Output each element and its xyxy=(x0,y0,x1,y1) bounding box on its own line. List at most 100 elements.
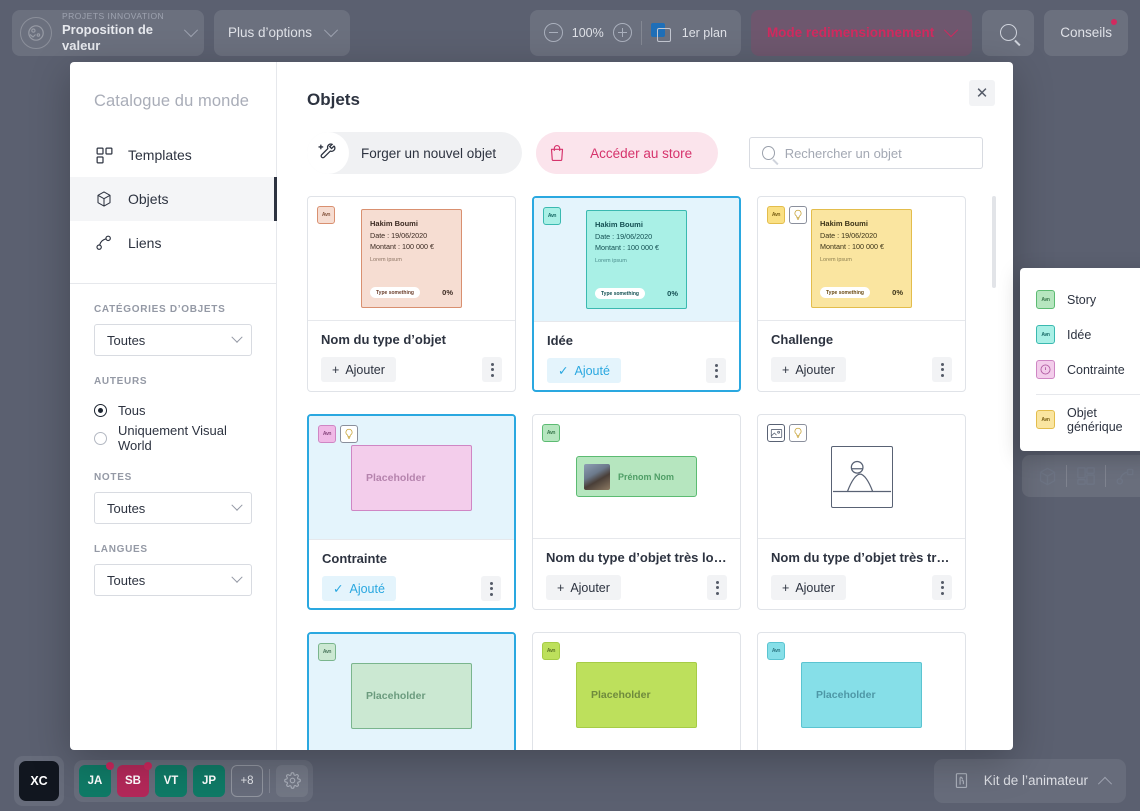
card-menu-button[interactable] xyxy=(932,357,952,382)
object-card[interactable]: Avn Placeholder Contrainte ✓ Ajouté xyxy=(307,414,516,610)
presence-dot-icon xyxy=(106,761,114,770)
search-object-field[interactable] xyxy=(749,137,983,169)
note-amount: Montant : 100 000 € xyxy=(820,241,884,251)
tips-button[interactable]: Conseils xyxy=(1044,9,1128,56)
note-person: Hakim Boumi xyxy=(820,219,868,228)
note-tag: Type something xyxy=(370,287,420,298)
avatar-badge-icon: Avn xyxy=(767,642,785,660)
object-card[interactable]: Nom du type d’objet très très lo… + Ajou… xyxy=(757,414,966,610)
note-date: Date : 19/06/2020 xyxy=(370,231,428,240)
zoom-in-button[interactable] xyxy=(612,23,632,42)
divider xyxy=(640,20,642,45)
avatar-badge-icon: Avn xyxy=(542,642,560,660)
added-object-button[interactable]: ✓ Ajouté xyxy=(547,358,621,383)
zoom-out-button[interactable] xyxy=(543,23,563,42)
add-object-button[interactable]: + Ajouter xyxy=(321,357,396,382)
card-title: Nom du type d’objet très long xyxy=(546,550,727,565)
card-menu-button[interactable] xyxy=(706,358,726,383)
add-object-button[interactable]: + Ajouter xyxy=(546,575,621,600)
avatar[interactable]: JA xyxy=(79,761,114,797)
avatar-badge-icon: Avn xyxy=(1036,325,1055,344)
lightbulb-badge-icon xyxy=(789,206,807,224)
avatar[interactable]: JP xyxy=(193,764,225,797)
sidebar-item-templates[interactable]: Templates xyxy=(70,133,276,177)
avatar-overflow-count[interactable]: +8 xyxy=(231,764,263,797)
modal-header: Objets Forger un nouvel objet Accéder au… xyxy=(277,62,1013,174)
store-button[interactable]: Accéder au store xyxy=(536,132,719,174)
card-footer: ✓ Ajouté xyxy=(547,358,726,383)
card-body: Nom du type d’objet très très lo… + Ajou… xyxy=(758,538,965,609)
object-card[interactable]: Avn Placeholder xyxy=(307,632,516,750)
author-option-visual-world[interactable]: Uniquement Visual World xyxy=(94,423,252,453)
bottom-toolbar: XC JA SB VT JP +8 Kit de l’animateur xyxy=(0,750,1140,811)
radio-icon xyxy=(94,431,107,445)
scrollbar-thumb[interactable] xyxy=(992,196,996,288)
card-badges: Avn xyxy=(318,643,336,661)
notes-select[interactable]: Toutes xyxy=(94,492,252,524)
object-card[interactable]: Avn Hakim Boumi Date : 19/06/2020 Montan… xyxy=(532,196,741,392)
links-tool-button[interactable] xyxy=(1106,459,1140,493)
sidebar-item-liens[interactable]: Liens xyxy=(70,221,276,265)
menu-item-objet-generique[interactable]: Avn Objet générique xyxy=(1020,402,1140,437)
note-footer: Type something 0% xyxy=(820,287,903,298)
modal-actions: Forger un nouvel objet Accéder au store xyxy=(307,132,983,174)
menu-item-contrainte[interactable]: Contrainte xyxy=(1020,352,1140,387)
placeholder-preview: Placeholder xyxy=(351,444,472,511)
menu-item-idee[interactable]: Avn Idée xyxy=(1020,317,1140,352)
placeholder-label: Placeholder xyxy=(366,471,426,484)
zoom-level-label: 100% xyxy=(571,25,604,40)
menu-item-story[interactable]: Avn Story xyxy=(1020,282,1140,317)
card-menu-button[interactable] xyxy=(481,576,501,601)
card-menu-button[interactable] xyxy=(932,575,952,600)
close-icon[interactable]: ✕ xyxy=(969,80,995,106)
add-object-button[interactable]: + Ajouter xyxy=(771,357,846,382)
card-title: Idée xyxy=(547,333,574,348)
person-label: Prénom Nom xyxy=(618,471,675,482)
project-name: Proposition de valeur xyxy=(62,21,153,53)
project-selector[interactable]: PROJETS INNOVATION Proposition de valeur xyxy=(12,9,204,56)
add-object-button[interactable]: + Ajouter xyxy=(771,575,846,600)
note-amount: Montant : 100 000 € xyxy=(595,242,659,252)
object-card[interactable]: Avn Hakim Boumi Date : 19/06/2020 Montan… xyxy=(307,196,516,392)
note-person: Hakim Boumi xyxy=(370,219,418,228)
author-option-all[interactable]: Tous xyxy=(94,396,252,424)
resize-mode-button[interactable]: Mode redimensionnement xyxy=(750,9,973,56)
object-card[interactable]: Avn Placeholder xyxy=(757,632,966,750)
card-menu-button[interactable] xyxy=(707,575,727,600)
search-input[interactable] xyxy=(784,145,970,161)
avatar[interactable]: SB xyxy=(117,761,152,797)
menu-item-label: Contrainte xyxy=(1067,362,1125,377)
global-search-button[interactable] xyxy=(982,9,1035,56)
card-title: Nom du type d’objet xyxy=(321,332,446,347)
store-label: Accéder au store xyxy=(590,145,693,161)
forge-object-button[interactable]: Forger un nouvel objet xyxy=(307,132,523,174)
card-preview: Avn Placeholder xyxy=(309,634,514,750)
avatar-badge-icon: Avn xyxy=(543,207,561,225)
facilitator-kit-button[interactable]: Kit de l’animateur xyxy=(933,758,1126,803)
avatar-badge-icon: Avn xyxy=(767,206,785,224)
object-card[interactable]: Avn Placeholder xyxy=(532,632,741,750)
plus-icon: + xyxy=(332,362,340,377)
modal-sidebar: Catalogue du monde Templates Objets Lien… xyxy=(70,62,277,750)
object-card[interactable]: Avn Prénom Nom Nom du type d’objet très … xyxy=(532,414,741,610)
current-user-avatar[interactable]: XC xyxy=(19,760,59,801)
templates-tool-button[interactable] xyxy=(1067,459,1105,493)
scrollbar[interactable] xyxy=(992,196,996,736)
added-object-button[interactable]: ✓ Ajouté xyxy=(322,576,396,601)
sidebar-item-objets[interactable]: Objets xyxy=(70,177,277,221)
card-badges: Avn xyxy=(543,207,561,225)
avatar-initials: JP xyxy=(201,774,217,787)
objects-tool-button[interactable] xyxy=(1028,459,1066,493)
layer-label: 1er plan xyxy=(681,25,727,40)
lightbulb-badge-icon xyxy=(789,424,807,442)
page-title: Objets xyxy=(307,90,360,109)
avatar[interactable]: VT xyxy=(155,764,187,797)
settings-button[interactable] xyxy=(276,764,308,797)
languages-select[interactable]: Toutes xyxy=(94,564,252,596)
card-title: Contrainte xyxy=(322,551,387,566)
more-options-button[interactable]: Plus d’options xyxy=(214,9,351,56)
card-preview: Avn Hakim Boumi Date : 19/06/2020 Montan… xyxy=(534,198,739,321)
card-menu-button[interactable] xyxy=(482,357,502,382)
object-card[interactable]: Avn Hakim Boumi Date : 19/06/2020 Montan… xyxy=(757,196,966,392)
categories-select[interactable]: Toutes xyxy=(94,324,252,356)
